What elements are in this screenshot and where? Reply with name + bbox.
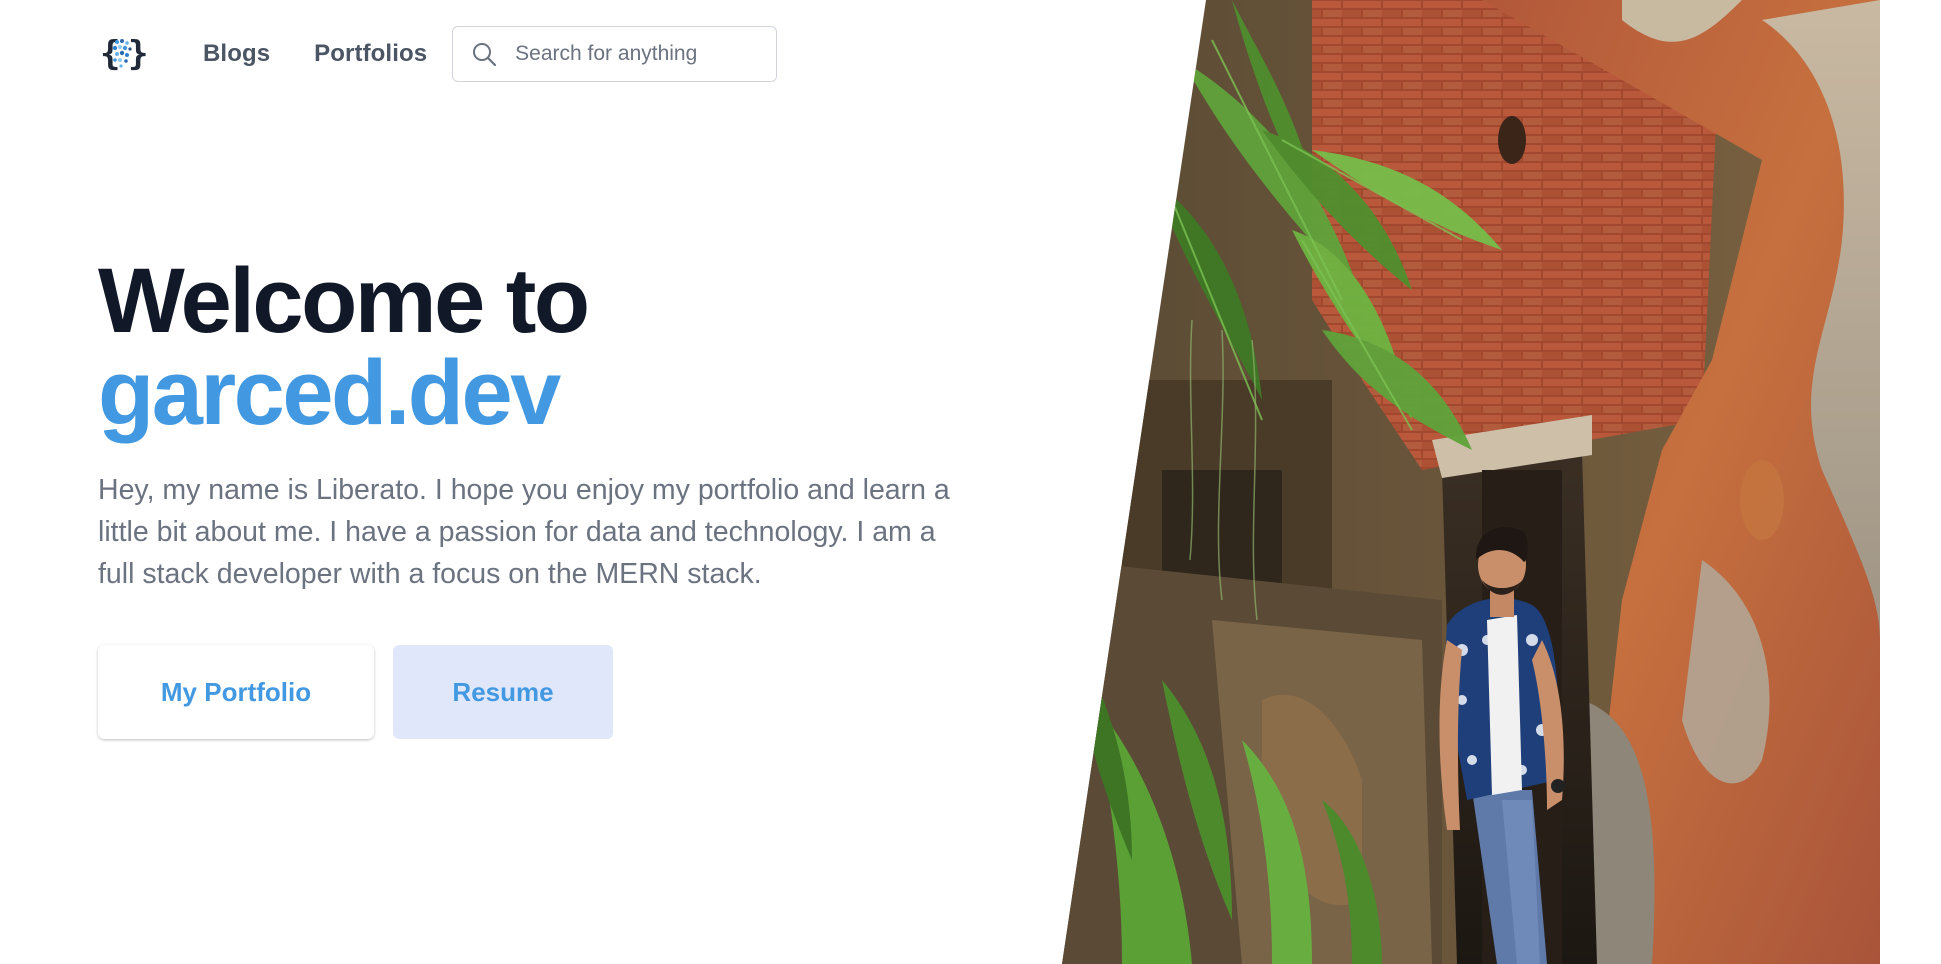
nav-link-portfolios[interactable]: Portfolios	[314, 40, 427, 68]
top-nav: { } Blogs Portfolios	[98, 24, 778, 84]
svg-text:}: }	[128, 34, 146, 74]
my-portfolio-button[interactable]: My Portfolio	[98, 645, 374, 739]
hero-section: Welcome to garced.dev Hey, my name is Li…	[98, 255, 978, 739]
landing-page: { } Blogs Portfolios	[0, 0, 1941, 964]
hero-description: Hey, my name is Liberato. I hope you enj…	[98, 474, 950, 590]
hero-photo	[1062, 0, 1880, 964]
nav-link-blogs[interactable]: Blogs	[203, 40, 270, 68]
hero-title-line1: Welcome to	[98, 250, 590, 352]
search-icon	[471, 41, 497, 67]
site-logo-icon[interactable]: { }	[98, 29, 148, 79]
hero-title: Welcome to garced.dev	[98, 255, 978, 439]
hero-actions: My Portfolio Resume	[98, 645, 978, 739]
hero-title-site-name: garced.dev	[98, 342, 561, 444]
search-input[interactable]	[513, 41, 768, 67]
search-box[interactable]	[452, 26, 778, 82]
resume-button[interactable]: Resume	[393, 645, 613, 739]
